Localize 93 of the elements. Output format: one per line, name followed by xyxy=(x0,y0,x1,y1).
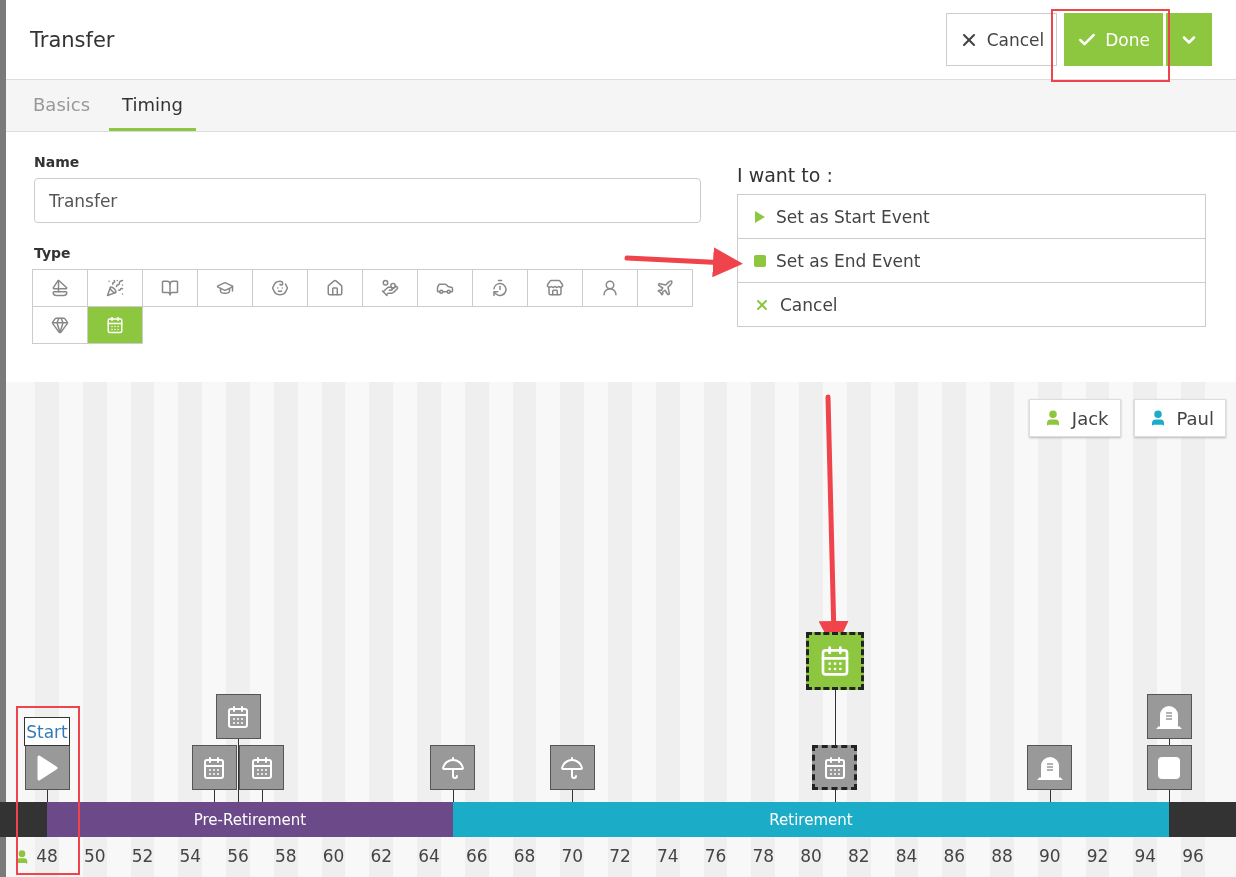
age-label: 66 xyxy=(464,846,489,866)
field-label: Type xyxy=(34,245,72,261)
sailboat-icon xyxy=(51,279,69,297)
event-marker[interactable] xyxy=(549,745,595,790)
cancel-button[interactable]: Cancel xyxy=(945,13,1058,66)
option-label: Cancel xyxy=(780,294,838,315)
type-option[interactable] xyxy=(307,269,363,307)
type-option[interactable] xyxy=(32,306,88,344)
action-option[interactable]: Set as End Event xyxy=(737,238,1206,283)
age-label: 56 xyxy=(226,846,250,866)
type-option[interactable] xyxy=(197,269,253,307)
play-icon xyxy=(754,209,766,224)
window-title: Transfer xyxy=(30,27,116,52)
age-label: 54 xyxy=(178,846,203,866)
age-label: 82 xyxy=(846,846,871,866)
age-label: 74 xyxy=(655,846,680,866)
stop-icon xyxy=(1158,756,1181,779)
age-label: 76 xyxy=(703,846,728,866)
section-title: I want to : xyxy=(737,164,834,186)
age-label: 92 xyxy=(1085,846,1110,866)
age-label: 84 xyxy=(894,846,919,866)
option-label: Set as Start Event xyxy=(776,206,930,227)
event-marker[interactable] xyxy=(24,745,70,790)
action-option[interactable]: Set as Start Event xyxy=(737,194,1206,239)
age-label: 86 xyxy=(942,846,967,866)
age-label: 58 xyxy=(273,846,298,866)
start-label: Start xyxy=(24,717,70,746)
event-marker[interactable] xyxy=(812,745,858,790)
dropdown-button[interactable] xyxy=(1166,13,1212,66)
house-icon xyxy=(326,279,344,297)
age-label: 78 xyxy=(751,846,776,866)
event-marker[interactable] xyxy=(805,632,864,690)
book-icon xyxy=(161,279,179,297)
age-label: 60 xyxy=(321,846,346,866)
event-marker[interactable] xyxy=(1146,694,1192,739)
age-label: 96 xyxy=(1181,846,1205,866)
umbrella-icon xyxy=(440,755,465,780)
type-option[interactable] xyxy=(527,269,583,307)
option-label: Set as End Event xyxy=(776,250,921,271)
timer-icon xyxy=(491,279,509,297)
phase-bar: Retirement xyxy=(452,802,1170,837)
type-option[interactable] xyxy=(252,269,308,307)
type-option[interactable] xyxy=(582,269,638,307)
type-option[interactable] xyxy=(417,269,473,307)
age-label: 62 xyxy=(369,846,394,866)
name-field[interactable]: Transfer xyxy=(34,178,701,223)
plane-icon xyxy=(656,279,674,297)
umbrella-icon xyxy=(560,755,585,780)
store-icon xyxy=(546,279,564,297)
type-option[interactable] xyxy=(142,269,198,307)
tab[interactable]: Timing xyxy=(109,80,196,131)
tombstone-icon xyxy=(1154,703,1185,730)
calendar-icon xyxy=(226,704,250,729)
baby-icon xyxy=(271,279,289,297)
party-icon xyxy=(106,279,124,297)
person-name: Paul xyxy=(1176,407,1214,429)
event-marker[interactable] xyxy=(1027,745,1073,790)
age-label: 68 xyxy=(512,846,537,866)
age-label: 52 xyxy=(130,846,155,866)
graduation-cap-icon xyxy=(216,279,234,297)
event-marker[interactable] xyxy=(430,745,476,790)
calendar-icon xyxy=(202,755,227,780)
age-label: 50 xyxy=(82,846,107,866)
play-icon xyxy=(36,754,58,781)
person-legend[interactable]: Paul xyxy=(1133,399,1226,437)
type-option[interactable] xyxy=(362,269,418,307)
age-label: 94 xyxy=(1133,846,1158,866)
age-label: 48 xyxy=(35,846,59,866)
person-name: Jack xyxy=(1071,407,1109,429)
event-marker[interactable] xyxy=(1146,745,1192,790)
age-label: 70 xyxy=(560,846,585,866)
age-label: 90 xyxy=(1037,846,1062,866)
calendar-icon xyxy=(249,755,274,780)
coins-icon xyxy=(381,279,399,297)
field-label: Name xyxy=(34,154,81,170)
age-label: 80 xyxy=(799,846,823,866)
calendar-icon xyxy=(822,755,847,780)
calendar-icon xyxy=(106,316,124,334)
event-marker[interactable] xyxy=(239,745,285,790)
type-option[interactable] xyxy=(472,269,528,307)
phase-bar: Pre-Retirement xyxy=(47,802,453,837)
type-option[interactable] xyxy=(637,269,693,307)
age-label: 88 xyxy=(990,846,1014,866)
event-marker[interactable] xyxy=(215,694,261,739)
age-label: 72 xyxy=(608,846,632,866)
type-option[interactable] xyxy=(87,306,143,344)
person-legend[interactable]: Jack xyxy=(1028,399,1121,437)
action-option[interactable]: Cancel xyxy=(737,282,1206,327)
stop-icon xyxy=(754,254,766,267)
type-option[interactable] xyxy=(32,269,88,307)
event-marker[interactable] xyxy=(191,745,237,790)
age-label: 64 xyxy=(417,846,441,866)
person-icon xyxy=(601,279,619,297)
